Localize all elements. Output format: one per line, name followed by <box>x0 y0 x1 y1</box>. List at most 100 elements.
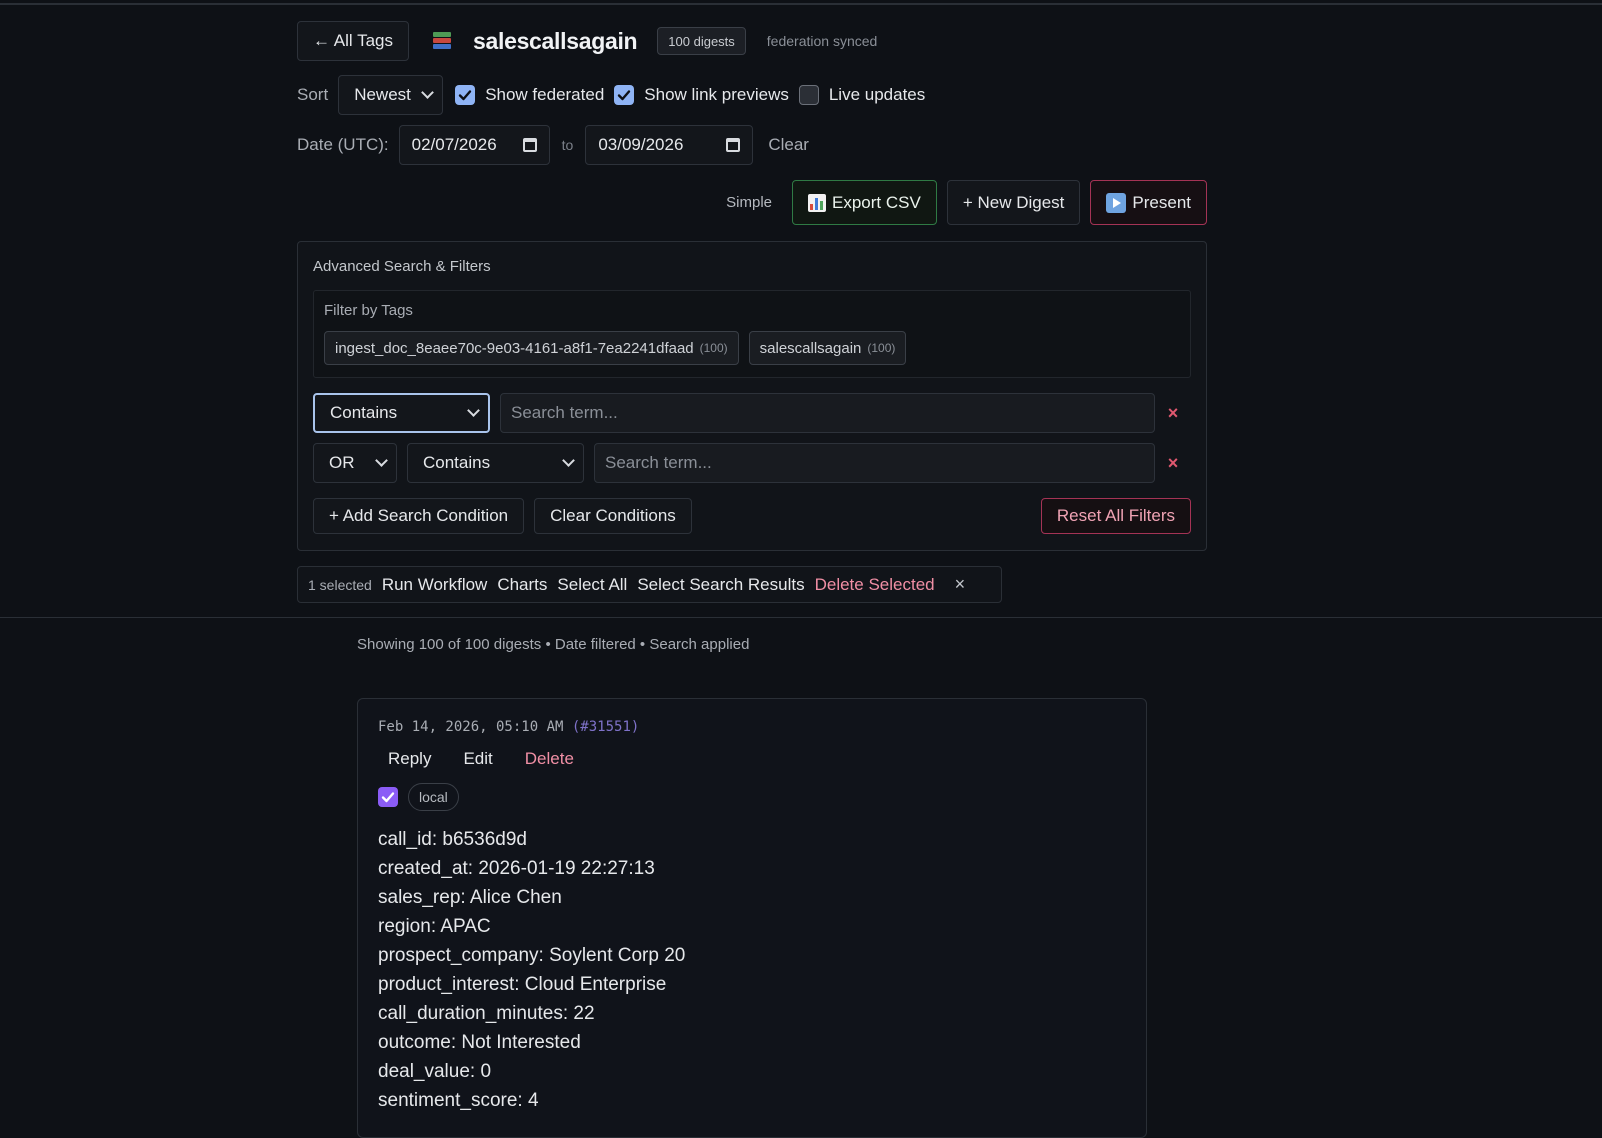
condition-mode-value: Contains <box>330 403 398 422</box>
digest-field: deal_value: 0 <box>378 1061 492 1082</box>
delete-selected-button[interactable]: Delete Selected <box>815 575 935 595</box>
edit-button[interactable]: Edit <box>453 749 502 769</box>
date-to-input[interactable]: 03/09/2026 <box>585 125 754 165</box>
page-header: ← All Tags salescallsagain 100 digests f… <box>297 21 1207 61</box>
digest-field: outcome: Not Interested <box>378 1032 581 1053</box>
clear-conditions-button[interactable]: Clear Conditions <box>534 498 692 534</box>
date-to-value: 03/09/2026 <box>598 135 684 154</box>
export-csv-button[interactable]: Export CSV <box>792 180 937 225</box>
page-title: salescallsagain <box>473 27 638 54</box>
digest-timestamp: Feb 14, 2026, 05:10 AM <box>378 719 564 735</box>
tag-chip-count: (100) <box>699 341 728 355</box>
present-label: Present <box>1132 192 1191 212</box>
digest-field: call_id: b6536d9d <box>378 829 527 850</box>
live-updates-checkbox[interactable] <box>798 85 819 105</box>
top-border <box>0 0 1602 5</box>
reset-all-filters-button[interactable]: Reset All Filters <box>1040 498 1191 534</box>
tag-chips: ingest_doc_8eaee70c-9e03-4161-a8f1-7ea22… <box>324 331 1180 365</box>
check-icon <box>381 792 395 803</box>
chevron-down-icon <box>562 454 575 467</box>
digest-field: created_at: 2026-01-19 22:27:13 <box>378 858 655 879</box>
play-icon <box>1106 192 1127 213</box>
selection-toolbar: 1 selected Run Workflow Charts Select Al… <box>297 566 1002 603</box>
digest-id[interactable]: (#31551) <box>572 719 639 735</box>
origin-badge: local <box>408 783 459 811</box>
results-summary: Showing 100 of 100 digests • Date filter… <box>357 636 750 653</box>
run-workflow-button[interactable]: Run Workflow <box>382 575 488 595</box>
present-button[interactable]: Present <box>1090 180 1207 225</box>
chevron-down-icon <box>375 454 388 467</box>
condition-mode-select[interactable]: Contains <box>313 393 490 433</box>
calendar-icon[interactable] <box>726 138 741 152</box>
show-federated-checkbox[interactable] <box>455 85 476 105</box>
export-csv-label: Export CSV <box>832 192 921 212</box>
show-federated-label[interactable]: Show federated <box>485 85 604 105</box>
selected-count: 1 selected <box>308 576 372 593</box>
sort-label: Sort <box>297 85 329 104</box>
digest-field: sentiment_score: 4 <box>378 1090 539 1111</box>
simple-view-toggle[interactable]: Simple <box>726 194 772 211</box>
section-divider <box>0 617 1602 618</box>
reply-button[interactable]: Reply <box>378 749 441 769</box>
search-condition-row: OR Contains Search term... × <box>313 443 1191 483</box>
add-search-condition-button[interactable]: + Add Search Condition <box>313 498 525 534</box>
digest-card: Feb 14, 2026, 05:10 AM (#31551) Reply Ed… <box>357 698 1147 1138</box>
action-bar: Simple Export CSV + New Digest Present <box>297 180 1207 225</box>
back-to-all-tags-button[interactable]: ← All Tags <box>297 21 409 61</box>
tag-chip[interactable]: ingest_doc_8eaee70c-9e03-4161-a8f1-7ea22… <box>324 331 739 365</box>
digest-select-checkbox[interactable] <box>378 787 398 807</box>
sort-select-value: Newest <box>354 85 411 104</box>
digest-field: product_interest: Cloud Enterprise <box>378 974 667 995</box>
view-options: Sort Newest Show federated Show link pre… <box>297 75 1207 115</box>
digest-field: sales_rep: Alice Chen <box>378 887 562 908</box>
digest-field: prospect_company: Soylent Corp 20 <box>378 945 686 966</box>
condition-joiner-value: OR <box>329 453 355 472</box>
books-icon <box>431 30 453 52</box>
clear-dates-button[interactable]: Clear <box>768 135 809 155</box>
date-filter: Date (UTC): 02/07/2026 to 03/09/2026 Cle… <box>297 125 1207 165</box>
digest-tags: local <box>378 783 1126 811</box>
digest-field: call_duration_minutes: 22 <box>378 1003 595 1024</box>
panel-title: Advanced Search & Filters <box>313 258 491 275</box>
advanced-search-panel: Advanced Search & Filters Filter by Tags… <box>297 241 1207 551</box>
search-term-input[interactable]: Search term... <box>500 393 1155 433</box>
check-icon <box>618 90 631 101</box>
calendar-icon[interactable] <box>522 138 537 152</box>
condition-mode-select[interactable]: Contains <box>407 443 584 483</box>
tag-page: ← All Tags salescallsagain 100 digests f… <box>297 21 1207 603</box>
tag-chip-count: (100) <box>867 341 896 355</box>
new-digest-button[interactable]: + New Digest <box>946 180 1081 225</box>
condition-joiner-select[interactable]: OR <box>313 443 397 483</box>
digest-meta: Feb 14, 2026, 05:10 AM (#31551) <box>378 719 1126 735</box>
sort-select[interactable]: Newest <box>338 75 444 115</box>
digest-count-badge: 100 digests <box>657 27 746 55</box>
date-filter-label: Date (UTC): <box>297 135 389 154</box>
delete-button[interactable]: Delete <box>515 749 584 769</box>
show-link-previews-label[interactable]: Show link previews <box>644 85 789 105</box>
remove-condition-icon[interactable]: × <box>1155 403 1191 424</box>
federation-status: federation synced <box>766 33 878 49</box>
select-search-results-button[interactable]: Select Search Results <box>637 575 804 595</box>
close-icon[interactable]: × <box>955 574 966 595</box>
tag-chip[interactable]: salescallsagain (100) <box>748 331 907 365</box>
charts-button[interactable]: Charts <box>497 575 547 595</box>
live-updates-label[interactable]: Live updates <box>829 85 925 105</box>
condition-mode-value: Contains <box>423 453 491 472</box>
date-range-separator: to <box>561 137 574 153</box>
digest-field: region: APAC <box>378 916 491 937</box>
bar-chart-icon <box>808 193 827 212</box>
date-from-input[interactable]: 02/07/2026 <box>398 125 550 165</box>
check-icon <box>458 90 472 101</box>
digest-body: call_id: b6536d9d created_at: 2026-01-19… <box>378 825 1126 1115</box>
digest-actions: Reply Edit Delete <box>378 749 1126 769</box>
tag-chip-name: salescallsagain <box>759 339 862 357</box>
date-from-value: 02/07/2026 <box>411 135 497 154</box>
search-term-input[interactable]: Search term... <box>594 443 1155 483</box>
chevron-down-icon <box>467 404 480 417</box>
tag-filter-title: Filter by Tags <box>324 302 413 319</box>
search-condition-row: Contains Search term... × <box>313 393 1191 433</box>
tag-chip-name: ingest_doc_8eaee70c-9e03-4161-a8f1-7ea22… <box>335 339 694 357</box>
remove-condition-icon[interactable]: × <box>1155 453 1191 474</box>
select-all-button[interactable]: Select All <box>557 575 627 595</box>
show-link-previews-checkbox[interactable] <box>614 85 635 105</box>
